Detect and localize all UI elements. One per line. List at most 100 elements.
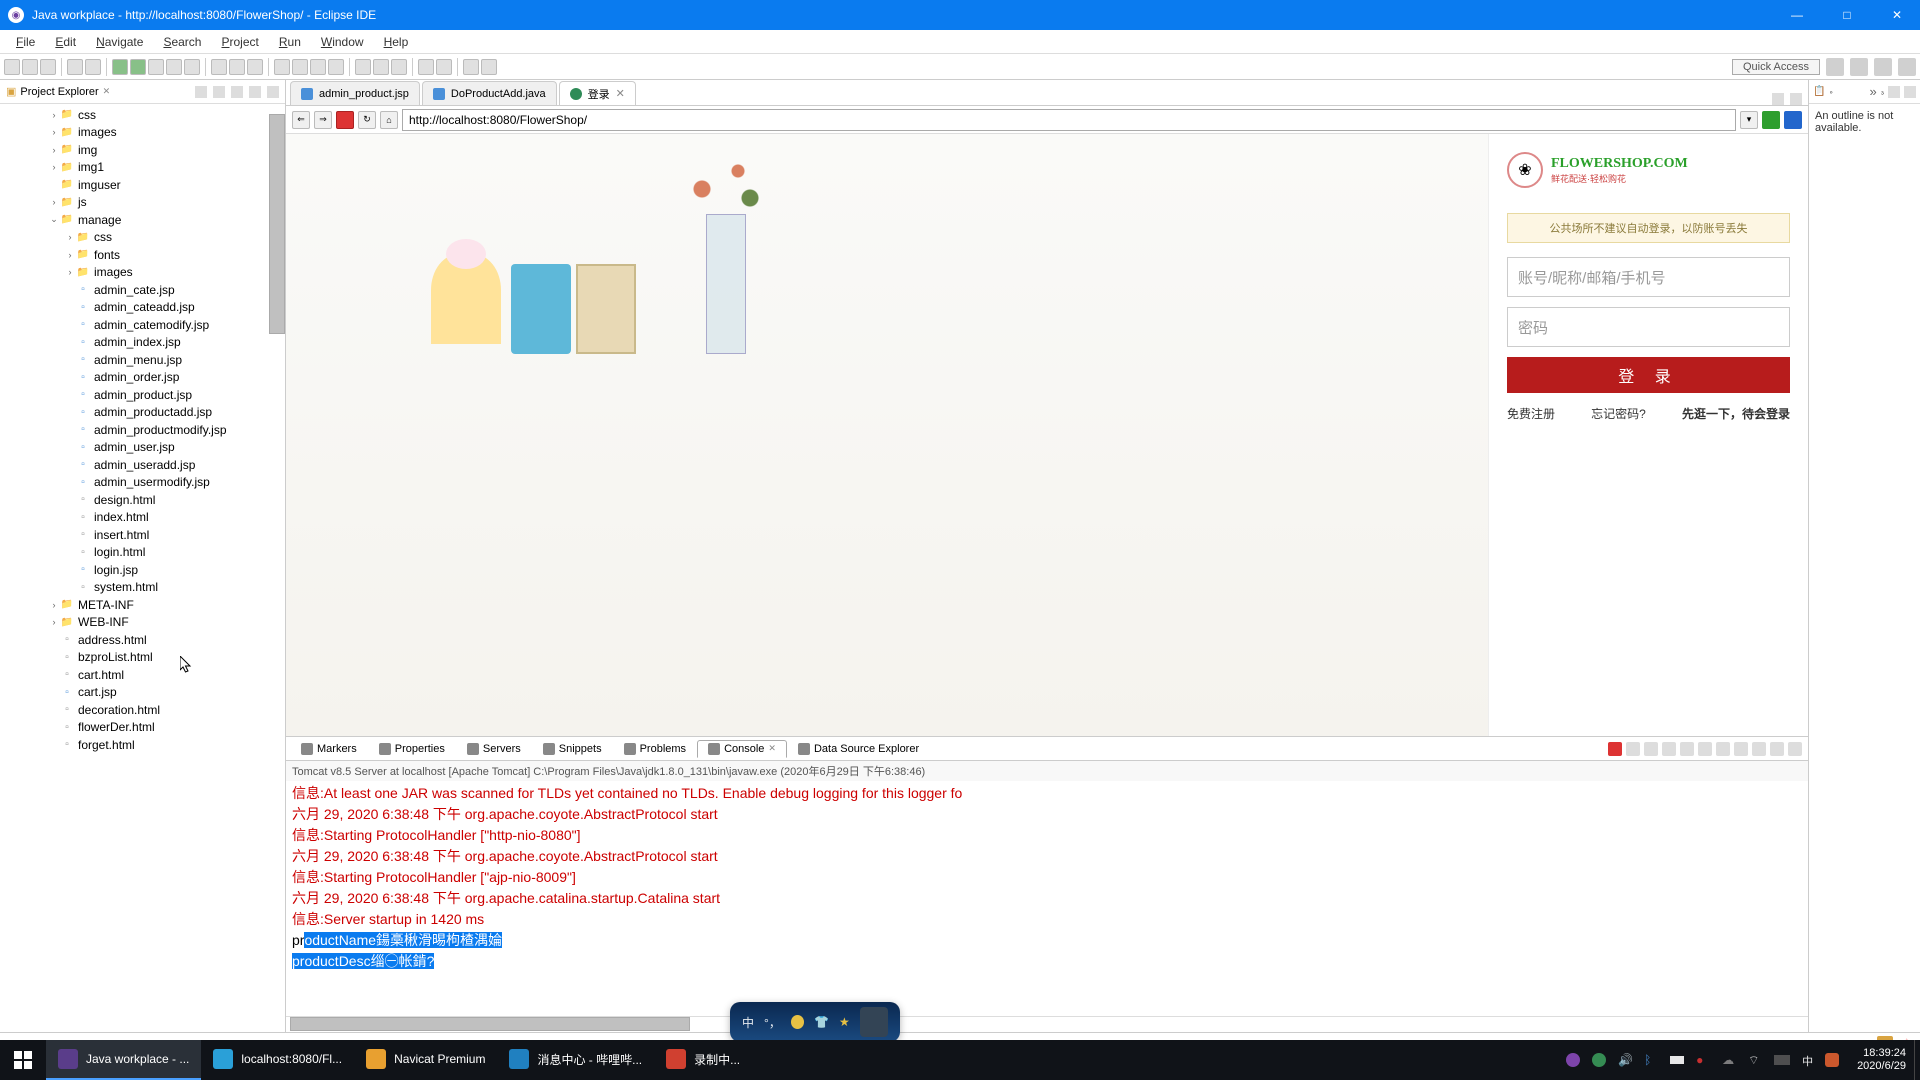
scrollbar-thumb[interactable] [290,1017,690,1031]
pin-console-button[interactable] [1716,742,1730,756]
taskbar-item[interactable]: localhost:8080/Fl... [201,1040,354,1080]
moon-icon[interactable] [791,1015,804,1029]
project-tree[interactable]: ›📁css›📁images›📁img›📁img1📁imguser›📁js⌄📁ma… [0,104,285,1032]
tree-item[interactable]: ›📁WEB-INF [0,614,285,632]
ime-punct-icon[interactable]: °， [764,1014,781,1031]
toolbar-button[interactable] [328,59,344,75]
tree-item[interactable]: ▫decoration.html [0,701,285,719]
tree-item[interactable]: ▫flowerDer.html [0,719,285,737]
toolbar-button[interactable] [229,59,245,75]
menu-navigate[interactable]: Navigate [86,32,153,52]
url-dropdown[interactable]: ▾ [1740,111,1758,129]
tree-item[interactable]: ›📁images [0,124,285,142]
nav-fwd-button[interactable]: ⇒ [314,111,332,129]
menu-file[interactable]: File [6,32,45,52]
register-link[interactable]: 免费注册 [1507,405,1555,422]
keyboard-icon[interactable] [1774,1055,1790,1065]
tree-item[interactable]: ▫bzproList.html [0,649,285,667]
maximize-view-button[interactable] [267,86,279,98]
sogou-icon[interactable] [1825,1053,1839,1067]
wifi-icon[interactable]: ⌔ [1748,1053,1762,1067]
open-console-button[interactable] [1752,742,1766,756]
save-all-button[interactable] [40,59,56,75]
tree-item[interactable]: ▫index.html [0,509,285,527]
tab-data-source-explorer[interactable]: Data Source Explorer [787,740,930,758]
maximize-view-button[interactable] [1788,742,1802,756]
tree-item[interactable]: ▫admin_catemodify.jsp [0,316,285,334]
quick-access[interactable]: Quick Access [1732,59,1820,75]
browse-link[interactable]: 先逛一下，待会登录 [1682,405,1790,422]
menu-project[interactable]: Project [211,32,268,52]
collapse-all-button[interactable] [195,86,207,98]
refresh-button[interactable]: ↻ [358,111,376,129]
clear-console-button[interactable] [1662,742,1676,756]
word-wrap-button[interactable] [1698,742,1712,756]
tree-item[interactable]: ▫admin_useradd.jsp [0,456,285,474]
home-button[interactable]: ⌂ [380,111,398,129]
toolbar-button[interactable] [211,59,227,75]
tree-item[interactable]: ›📁img1 [0,159,285,177]
save-button[interactable] [22,59,38,75]
toolbar-button[interactable] [310,59,326,75]
tray-icon[interactable] [1592,1053,1606,1067]
tree-item[interactable]: ⌄📁manage [0,211,285,229]
tree-item[interactable]: ▫insert.html [0,526,285,544]
show-desktop-button[interactable] [1914,1040,1920,1080]
toolbar-button[interactable] [148,59,164,75]
tab-servers[interactable]: Servers [456,740,532,758]
toolbar-button[interactable] [274,59,290,75]
tree-item[interactable]: ›📁fonts [0,246,285,264]
start-button[interactable] [0,1040,46,1080]
toolbar-button[interactable] [355,59,371,75]
browser-extra-button[interactable] [1784,111,1802,129]
forgot-link[interactable]: 忘记密码? [1591,405,1646,422]
menu-help[interactable]: Help [374,32,419,52]
stop-button[interactable] [336,111,354,129]
perspective-button[interactable] [1826,58,1844,76]
minimize-view-button[interactable] [1770,742,1784,756]
run-button[interactable] [130,59,146,75]
minimize-button[interactable]: — [1782,8,1812,22]
taskbar-item[interactable]: 录制中... [654,1040,752,1080]
tree-item[interactable]: ▫cart.jsp [0,684,285,702]
minimize-editor-button[interactable] [1772,93,1784,105]
javaee-perspective[interactable] [1874,58,1892,76]
volume-icon[interactable]: 🔊 [1618,1053,1632,1067]
tree-item[interactable]: ▫admin_cateadd.jsp [0,299,285,317]
tree-item[interactable]: ▫admin_user.jsp [0,439,285,457]
onedrive-icon[interactable]: ☁ [1722,1053,1736,1067]
minimize-view-button[interactable] [249,86,261,98]
go-button[interactable] [1762,111,1780,129]
tree-item[interactable]: ▫admin_usermodify.jsp [0,474,285,492]
new-button[interactable] [4,59,20,75]
menu-run[interactable]: Run [269,32,311,52]
minimize-view-button[interactable] [1888,86,1900,98]
back-button[interactable] [463,59,479,75]
tree-item[interactable]: ▫forget.html [0,736,285,754]
tab-properties[interactable]: Properties [368,740,456,758]
maximize-view-button[interactable] [1904,86,1916,98]
debug-button[interactable] [112,59,128,75]
tree-item[interactable]: ▫login.html [0,544,285,562]
display-console-button[interactable] [1734,742,1748,756]
menu-window[interactable]: Window [311,32,374,52]
username-input[interactable]: 账号/昵称/邮箱/手机号 [1507,257,1790,297]
tree-item[interactable]: ▫admin_cate.jsp [0,281,285,299]
toolbar-button[interactable] [436,59,452,75]
toolbar-button[interactable] [247,59,263,75]
tree-item[interactable]: ▫admin_order.jsp [0,369,285,387]
toolbar-button[interactable] [418,59,434,75]
tree-item[interactable]: ›📁img [0,141,285,159]
remove-launch-button[interactable] [1626,742,1640,756]
tree-item[interactable]: ▫admin_product.jsp [0,386,285,404]
taskbar-item[interactable]: Navicat Premium [354,1040,497,1080]
shirt-icon[interactable]: 👕 [814,1015,829,1029]
scrollbar-thumb[interactable] [269,114,285,334]
debug-perspective[interactable] [1898,58,1916,76]
editor-tab[interactable]: DoProductAdd.java [422,81,557,105]
battery-icon[interactable] [1670,1056,1684,1064]
tray-icon[interactable] [1566,1053,1580,1067]
forward-button[interactable] [481,59,497,75]
tree-item[interactable]: 📁imguser [0,176,285,194]
tree-item[interactable]: ▫admin_productmodify.jsp [0,421,285,439]
